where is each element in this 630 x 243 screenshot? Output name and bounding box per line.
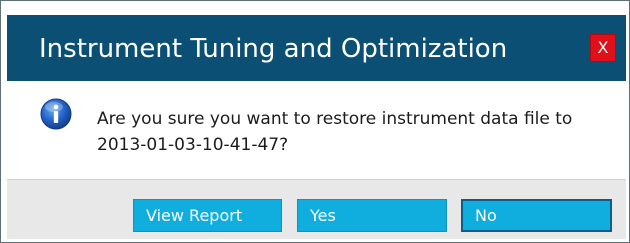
button-bar: View Report Yes No — [7, 179, 626, 239]
title-bar: Instrument Tuning and Optimization X — [7, 15, 626, 81]
info-icon — [40, 98, 72, 130]
close-button[interactable]: X — [590, 34, 616, 62]
no-button[interactable]: No — [461, 199, 612, 232]
message-line-2: 2013-01-03-10-41-47? — [97, 135, 289, 155]
confirm-dialog: Instrument Tuning and Optimization X Are… — [0, 0, 630, 243]
view-report-button[interactable]: View Report — [133, 199, 282, 232]
message-line-1: Are you sure you want to restore instrum… — [97, 109, 573, 129]
message-area: Are you sure you want to restore instrum… — [7, 81, 626, 179]
yes-button[interactable]: Yes — [297, 199, 447, 232]
message-text: Are you sure you want to restore instrum… — [97, 106, 622, 158]
dialog-title: Instrument Tuning and Optimization — [39, 34, 508, 64]
